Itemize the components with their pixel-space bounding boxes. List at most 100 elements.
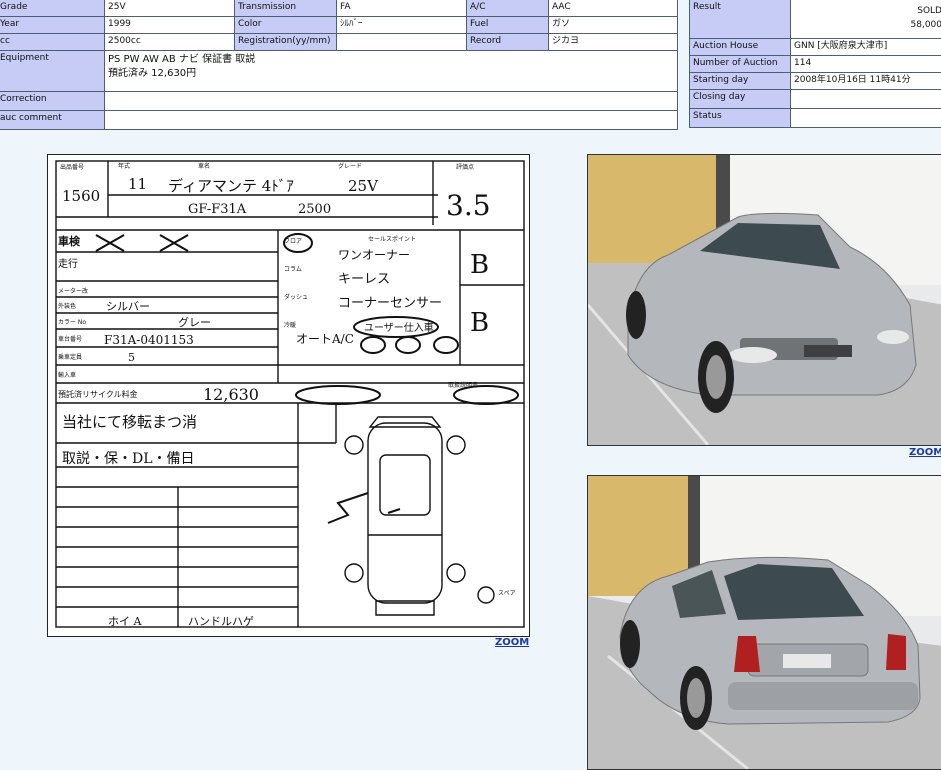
spec-row: Correction: [0, 92, 678, 111]
status-label: Status: [690, 109, 791, 128]
sheet-interior-color: グレー: [178, 315, 211, 329]
svg-text:預託済リサイクル料金: 預託済リサイクル料金: [58, 389, 138, 399]
sheet-point-4: ユーザー仕入車: [364, 321, 434, 334]
number-of-auction-label: Number of Auction: [690, 56, 791, 73]
info-row: Result SOLD 58,000: [690, 0, 941, 39]
ac-label: A/C: [467, 0, 549, 17]
car-front-photo[interactable]: [587, 154, 941, 446]
svg-text:車台番号: 車台番号: [58, 335, 82, 343]
sheet-year: 11: [128, 175, 147, 193]
svg-text:乗車定員: 乗車定員: [58, 353, 82, 361]
sheet-score: 3.5: [446, 189, 491, 222]
car-front-illustration: [588, 155, 941, 445]
sheet-recycle-fee: 12,630: [203, 385, 259, 404]
auction-house-label: Auction House: [690, 39, 791, 56]
svg-text:出品番号: 出品番号: [60, 163, 84, 171]
spec-row: Grade 25V Transmission FA A/C AAC: [0, 0, 678, 17]
equipment-value: PS PW AW AB ナビ 保証書 取説 預託済み 12,630円: [105, 51, 678, 92]
sheet-color: シルバー: [106, 300, 150, 313]
sheet-seats: 5: [128, 351, 135, 364]
vehicle-spec-table: Grade 25V Transmission FA A/C AAC Year 1…: [0, 0, 678, 130]
year-value: 1999: [105, 17, 235, 34]
sheet-point-2: キーレス: [338, 272, 390, 287]
svg-text:冷暖: 冷暖: [284, 321, 296, 329]
car-rear-photo[interactable]: [587, 475, 941, 770]
result-label: Result: [690, 0, 791, 39]
sheet-interior-grade: B: [470, 250, 489, 280]
grade-label: Grade: [0, 0, 105, 17]
info-row: Closing day: [690, 90, 941, 109]
spec-row: Equipment PS PW AW AB ナビ 保証書 取説 預託済み 12,…: [0, 51, 678, 92]
svg-text:ダッシュ: ダッシュ: [284, 293, 308, 301]
sheet-grade: 25V: [348, 177, 379, 195]
result-value: SOLD 58,000: [791, 0, 941, 39]
zoom-sheet-link[interactable]: ZOOM: [495, 637, 529, 648]
sheet-chassis: GF-F31A: [188, 202, 247, 217]
info-row: Number of Auction 114: [690, 56, 941, 73]
starting-day-label: Starting day: [690, 73, 791, 90]
auction-sheet-drawing: 出品番号 年式車名 グレード評価点 車検 走行 メーター改 外装色カラー No …: [48, 155, 529, 636]
info-row: Auction House GNN [大阪府泉大津市]: [690, 39, 941, 56]
svg-text:評価点: 評価点: [456, 163, 474, 171]
equipment-label: Equipment: [0, 51, 105, 92]
spec-row: Year 1999 Color ｼﾙﾊﾞｰ Fuel ガソ: [0, 17, 678, 34]
info-row: Starting day 2008年10月16日 11時41分: [690, 73, 941, 90]
spec-row: auc comment: [0, 111, 678, 130]
svg-text:コラム: コラム: [284, 266, 302, 273]
equipment-line-1: PS PW AW AB ナビ 保証書 取説: [108, 53, 674, 67]
svg-text:輸入車: 輸入車: [58, 371, 76, 379]
record-label: Record: [467, 34, 549, 51]
grade-value: 25V: [105, 0, 235, 17]
transmission-label: Transmission: [235, 0, 337, 17]
sheet-bottom-right: ハンドルハゲ: [188, 615, 254, 628]
spec-row: cc 2500cc Registration(yy/mm) Record ジカヨ: [0, 34, 678, 51]
sheet-model: ディアマンテ 4ﾄﾞｱ: [168, 177, 294, 195]
svg-text:セールスポイント: セールスポイント: [368, 235, 416, 243]
svg-text:車名: 車名: [198, 162, 210, 170]
fuel-value: ガソ: [549, 17, 678, 34]
svg-text:外装色: 外装色: [58, 302, 76, 310]
transmission-value: FA: [337, 0, 467, 17]
sheet-lot-number: 1560: [62, 187, 100, 205]
sheet-cc: 2500: [298, 202, 331, 217]
car-rear-illustration: [588, 476, 941, 769]
ac-value: AAC: [549, 0, 678, 17]
sheet-point-1: ワンオーナー: [338, 248, 410, 262]
svg-text:グレード: グレード: [338, 162, 362, 170]
correction-label: Correction: [0, 92, 105, 111]
auction-house-value: GNN [大阪府泉大津市]: [791, 39, 941, 56]
number-of-auction-value: 114: [791, 56, 941, 73]
svg-text:車検: 車検: [58, 234, 81, 248]
starting-day-value: 2008年10月16日 11時41分: [791, 73, 941, 90]
sheet-model-code: F31A-0401153: [104, 333, 194, 347]
auc-comment-value: [105, 111, 678, 130]
auction-sheet-image[interactable]: 出品番号 年式車名 グレード評価点 車検 走行 メーター改 外装色カラー No …: [47, 154, 530, 637]
sheet-notes-1: 当社にて移転まつ消: [62, 413, 197, 431]
svg-text:走行: 走行: [58, 257, 78, 270]
sheet-transmission: オートA/C: [296, 332, 354, 346]
sheet-exterior-grade: B: [470, 308, 489, 338]
result-price: 58,000: [794, 18, 941, 32]
info-row: Status: [690, 109, 941, 128]
record-value: ジカヨ: [549, 34, 678, 51]
svg-text:年式: 年式: [118, 162, 130, 170]
cc-value: 2500cc: [105, 34, 235, 51]
registration-label: Registration(yy/mm): [235, 34, 337, 51]
color-value: ｼﾙﾊﾞｰ: [337, 17, 467, 34]
fuel-label: Fuel: [467, 17, 549, 34]
zoom-photo-link[interactable]: ZOOM: [909, 447, 941, 458]
result-status: SOLD: [794, 4, 941, 18]
sheet-bottom-left: ホイ A: [108, 615, 142, 628]
correction-value: [105, 92, 678, 111]
equipment-line-2: 預託済み 12,630円: [108, 67, 674, 81]
year-label: Year: [0, 17, 105, 34]
color-label: Color: [235, 17, 337, 34]
closing-day-value: [791, 90, 941, 109]
cc-label: cc: [0, 34, 105, 51]
closing-day-label: Closing day: [690, 90, 791, 109]
sheet-notes-2: 取説・保・DL・備日: [62, 451, 195, 467]
auction-info-table: Result SOLD 58,000 Auction House GNN [大阪…: [689, 0, 941, 128]
svg-text:メーター改: メーター改: [58, 287, 88, 295]
sheet-point-3: コーナーセンサー: [338, 296, 442, 311]
svg-text:フロア: フロア: [284, 238, 302, 245]
